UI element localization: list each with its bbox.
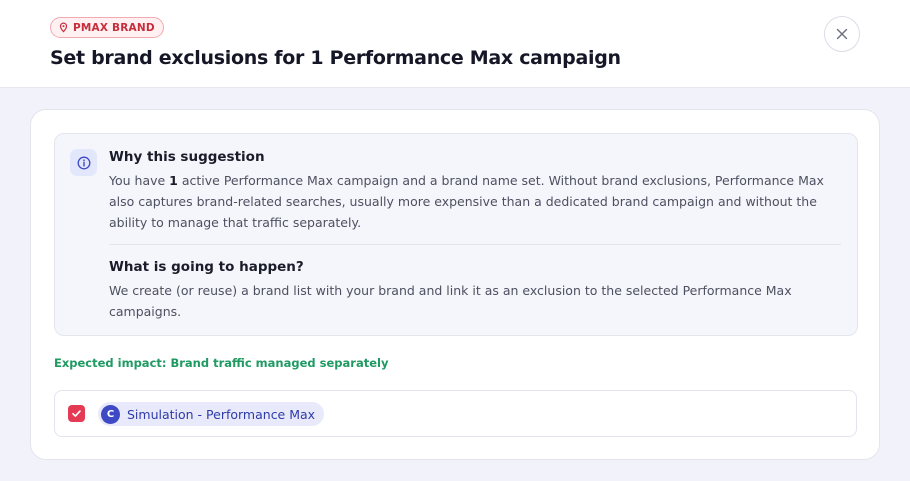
close-icon <box>836 28 848 40</box>
campaign-avatar: C <box>101 404 120 424</box>
suggestion-card: Why this suggestion You have 1 active Pe… <box>30 109 880 460</box>
campaign-name: Simulation - Performance Max <box>127 406 316 422</box>
suggestion-info-box: Why this suggestion You have 1 active Pe… <box>54 133 858 336</box>
dialog-header: PMAX BRAND Set brand exclusions for 1 Pe… <box>0 0 910 88</box>
why-body-rest: active Performance Max campaign and a br… <box>109 173 824 230</box>
why-body-prefix: You have <box>109 173 170 188</box>
campaign-chip: C Simulation - Performance Max <box>98 402 325 426</box>
list-item[interactable]: C Simulation - Performance Max <box>54 390 857 437</box>
info-icon <box>70 149 97 176</box>
happen-section: What is going to happen? We create (or r… <box>109 259 849 322</box>
badge-label: PMAX BRAND <box>73 21 155 34</box>
dialog-title: Set brand exclusions for 1 Performance M… <box>50 47 621 69</box>
why-body: You have 1 active Performance Max campai… <box>109 170 849 233</box>
expected-impact: Expected impact: Brand traffic managed s… <box>54 356 389 370</box>
campaign-checkbox[interactable] <box>68 405 85 422</box>
why-section: Why this suggestion You have 1 active Pe… <box>109 149 849 233</box>
happen-body: We create (or reuse) a brand list with y… <box>109 283 792 319</box>
check-icon <box>72 410 81 417</box>
active-campaign-count: 1 <box>169 173 178 188</box>
section-divider <box>109 244 841 245</box>
happen-title: What is going to happen? <box>109 259 304 275</box>
close-button[interactable] <box>824 16 860 52</box>
map-pin-icon <box>59 22 68 33</box>
why-title: Why this suggestion <box>109 149 265 165</box>
pmax-brand-badge: PMAX BRAND <box>50 17 164 38</box>
